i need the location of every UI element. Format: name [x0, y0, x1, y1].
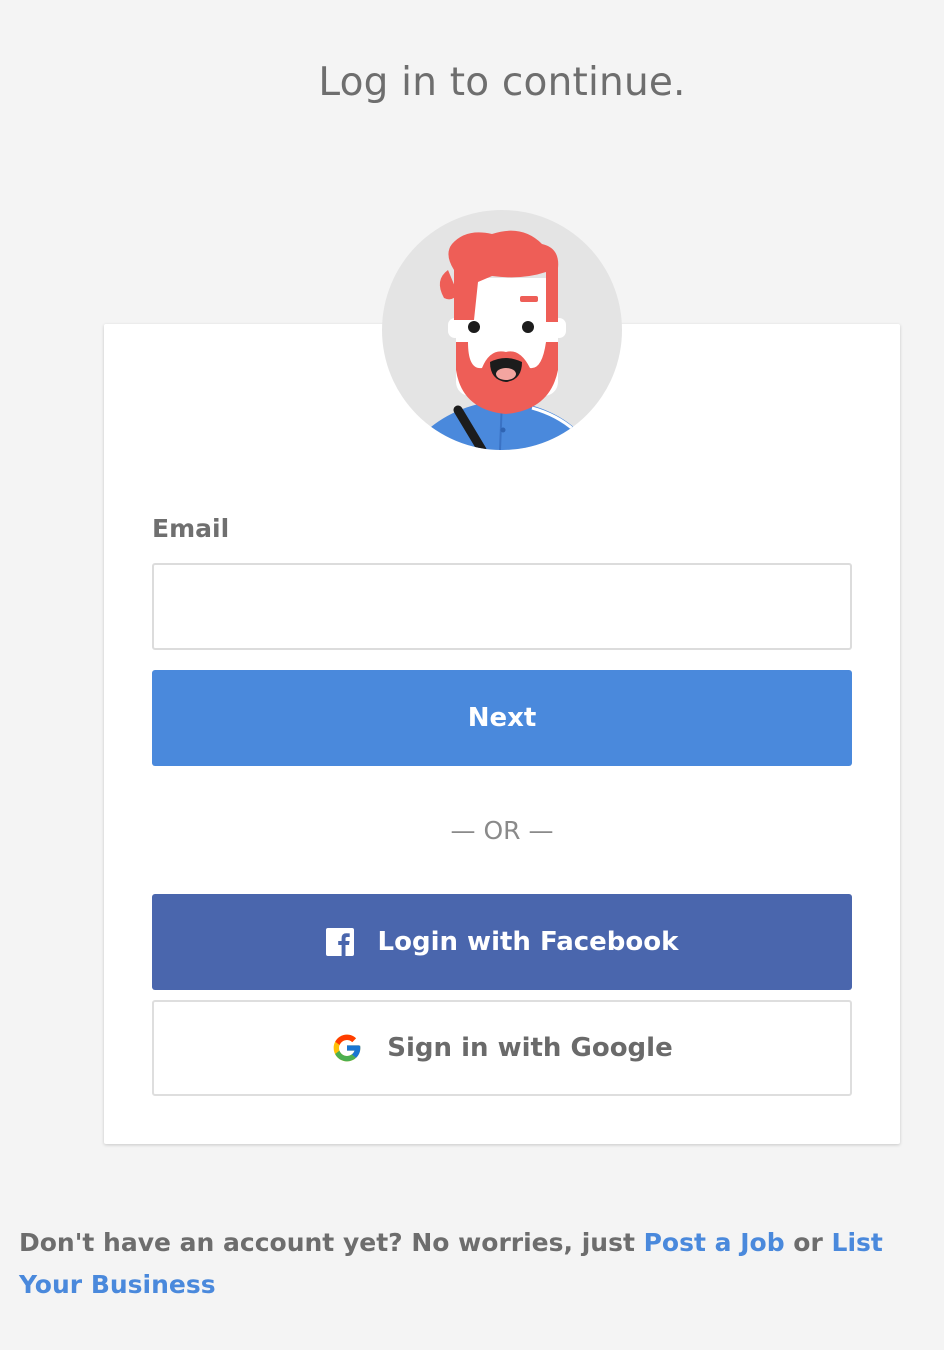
email-label: Email	[152, 514, 230, 543]
avatar	[382, 210, 622, 450]
signup-prompt: Don't have an account yet? No worries, j…	[19, 1222, 919, 1306]
post-a-job-link[interactable]: Post a Job	[644, 1228, 785, 1257]
sign-in-with-google-button[interactable]: Sign in with Google	[152, 1000, 852, 1096]
or-divider: — OR —	[450, 816, 554, 845]
page-title: Log in to continue.	[318, 60, 686, 105]
google-button-label: Sign in with Google	[387, 1033, 673, 1063]
next-button[interactable]: Next	[152, 670, 852, 766]
bearded-man-avatar-icon	[422, 230, 582, 450]
signup-prompt-joiner: or	[784, 1228, 832, 1257]
google-icon	[331, 1032, 363, 1064]
login-with-facebook-button[interactable]: Login with Facebook	[152, 894, 852, 990]
facebook-icon	[325, 928, 354, 956]
facebook-button-label: Login with Facebook	[377, 927, 679, 957]
signup-prompt-text: Don't have an account yet? No worries, j…	[19, 1228, 644, 1257]
email-input[interactable]	[152, 563, 852, 650]
